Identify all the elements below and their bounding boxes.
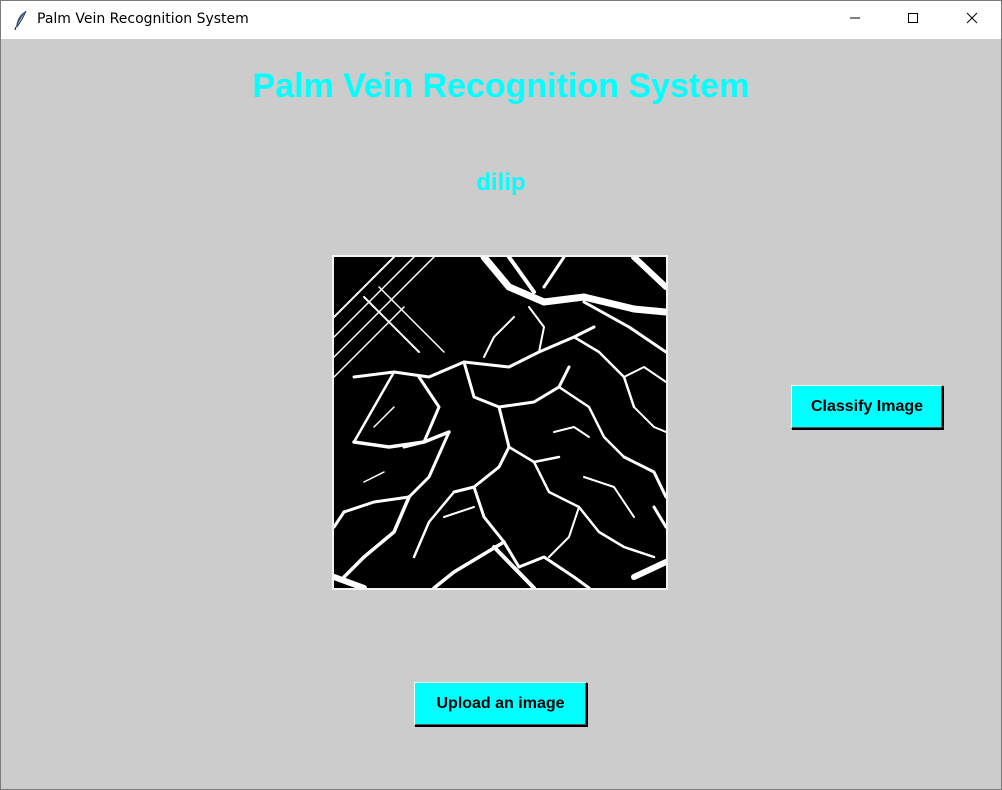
maximize-button[interactable] bbox=[884, 1, 942, 39]
close-button[interactable] bbox=[943, 1, 1001, 39]
palm-vein-image bbox=[331, 253, 670, 591]
close-icon bbox=[966, 11, 978, 29]
app-window: Palm Vein Recognition System Palm Vein R… bbox=[0, 0, 1002, 790]
main-content: Palm Vein Recognition System dilip Class… bbox=[1, 39, 1001, 789]
maximize-icon bbox=[907, 11, 919, 29]
title-bar[interactable]: Palm Vein Recognition System bbox=[1, 1, 1001, 39]
upload-image-button[interactable]: Upload an image bbox=[414, 682, 587, 726]
classification-result: dilip bbox=[476, 169, 526, 196]
window-title: Palm Vein Recognition System bbox=[37, 11, 249, 27]
minimize-button[interactable] bbox=[826, 1, 884, 39]
page-title: Palm Vein Recognition System bbox=[252, 67, 750, 105]
minimize-icon bbox=[849, 11, 861, 29]
classify-image-button[interactable]: Classify Image bbox=[791, 385, 943, 429]
feather-icon bbox=[13, 10, 29, 31]
vein-pattern-graphic bbox=[331, 253, 670, 591]
